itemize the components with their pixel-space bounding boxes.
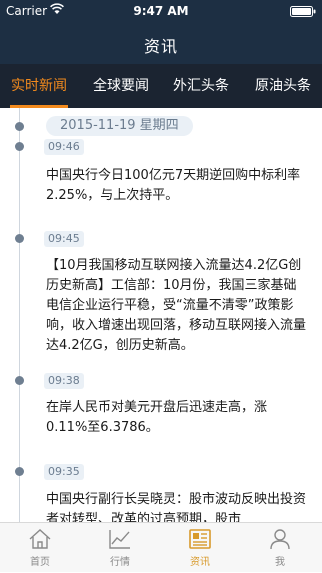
page-title: 资讯	[143, 37, 178, 56]
status-time: 9:47 AM	[133, 4, 189, 18]
tab-crude-oil-headlines[interactable]: 原油头条	[248, 64, 318, 108]
news-time: 09:46	[44, 139, 84, 155]
tabbar-news[interactable]: 资讯	[160, 523, 240, 573]
person-icon	[270, 529, 290, 550]
news-time: 09:45	[44, 231, 84, 247]
bottom-tab-bar: 首页 行情 资讯 我	[0, 522, 322, 572]
news-item[interactable]: 在岸人民币对美元开盘后迅速走高，涨0.11%至6.3786。	[46, 398, 308, 438]
category-tabs: 实时新闻 全球要闻 外汇头条 原油头条	[0, 64, 322, 108]
nav-bar: 资讯	[0, 22, 322, 64]
tab-global-news[interactable]: 全球要闻	[86, 64, 156, 108]
tabbar-label: 我	[275, 557, 285, 568]
news-time: 09:35	[44, 464, 84, 480]
date-header: 2015-11-19 星期四	[46, 116, 193, 136]
news-feed[interactable]: 2015-11-19 星期四 09:46 中国央行今日100亿元7天期逆回购中标…	[0, 108, 322, 522]
battery-icon	[290, 6, 316, 17]
timeline-dot	[15, 142, 24, 151]
timeline-dot	[15, 122, 24, 131]
timeline-line	[19, 108, 20, 522]
tab-realtime-news[interactable]: 实时新闻	[4, 64, 74, 108]
timeline-dot	[15, 376, 24, 385]
news-item[interactable]: 中国央行副行长吴晓灵：股市波动反映出投资者对转型、改革的过高预期，股市	[46, 490, 308, 522]
home-icon	[29, 529, 51, 549]
status-bar: Carrier 9:47 AM	[0, 0, 322, 22]
tabbar-me[interactable]: 我	[240, 523, 320, 573]
tabbar-label: 资讯	[190, 557, 210, 568]
chart-icon	[109, 530, 130, 549]
timeline-dot	[15, 234, 24, 243]
tabbar-market[interactable]: 行情	[80, 523, 160, 573]
tabbar-label: 行情	[110, 557, 130, 568]
tabbar-label: 首页	[30, 557, 50, 568]
tab-forex-headlines[interactable]: 外汇头条	[166, 64, 236, 108]
news-time: 09:38	[44, 373, 84, 389]
timeline-dot	[15, 467, 24, 476]
news-item[interactable]: 中国央行今日100亿元7天期逆回购中标利率2.25%，与上次持平。	[46, 166, 308, 206]
news-item[interactable]: 【10月我国移动互联网接入流量达4.2亿G创历史新高】工信部：10月份，我国三家…	[46, 256, 308, 356]
tabbar-home[interactable]: 首页	[0, 523, 80, 573]
news-icon	[189, 529, 211, 549]
